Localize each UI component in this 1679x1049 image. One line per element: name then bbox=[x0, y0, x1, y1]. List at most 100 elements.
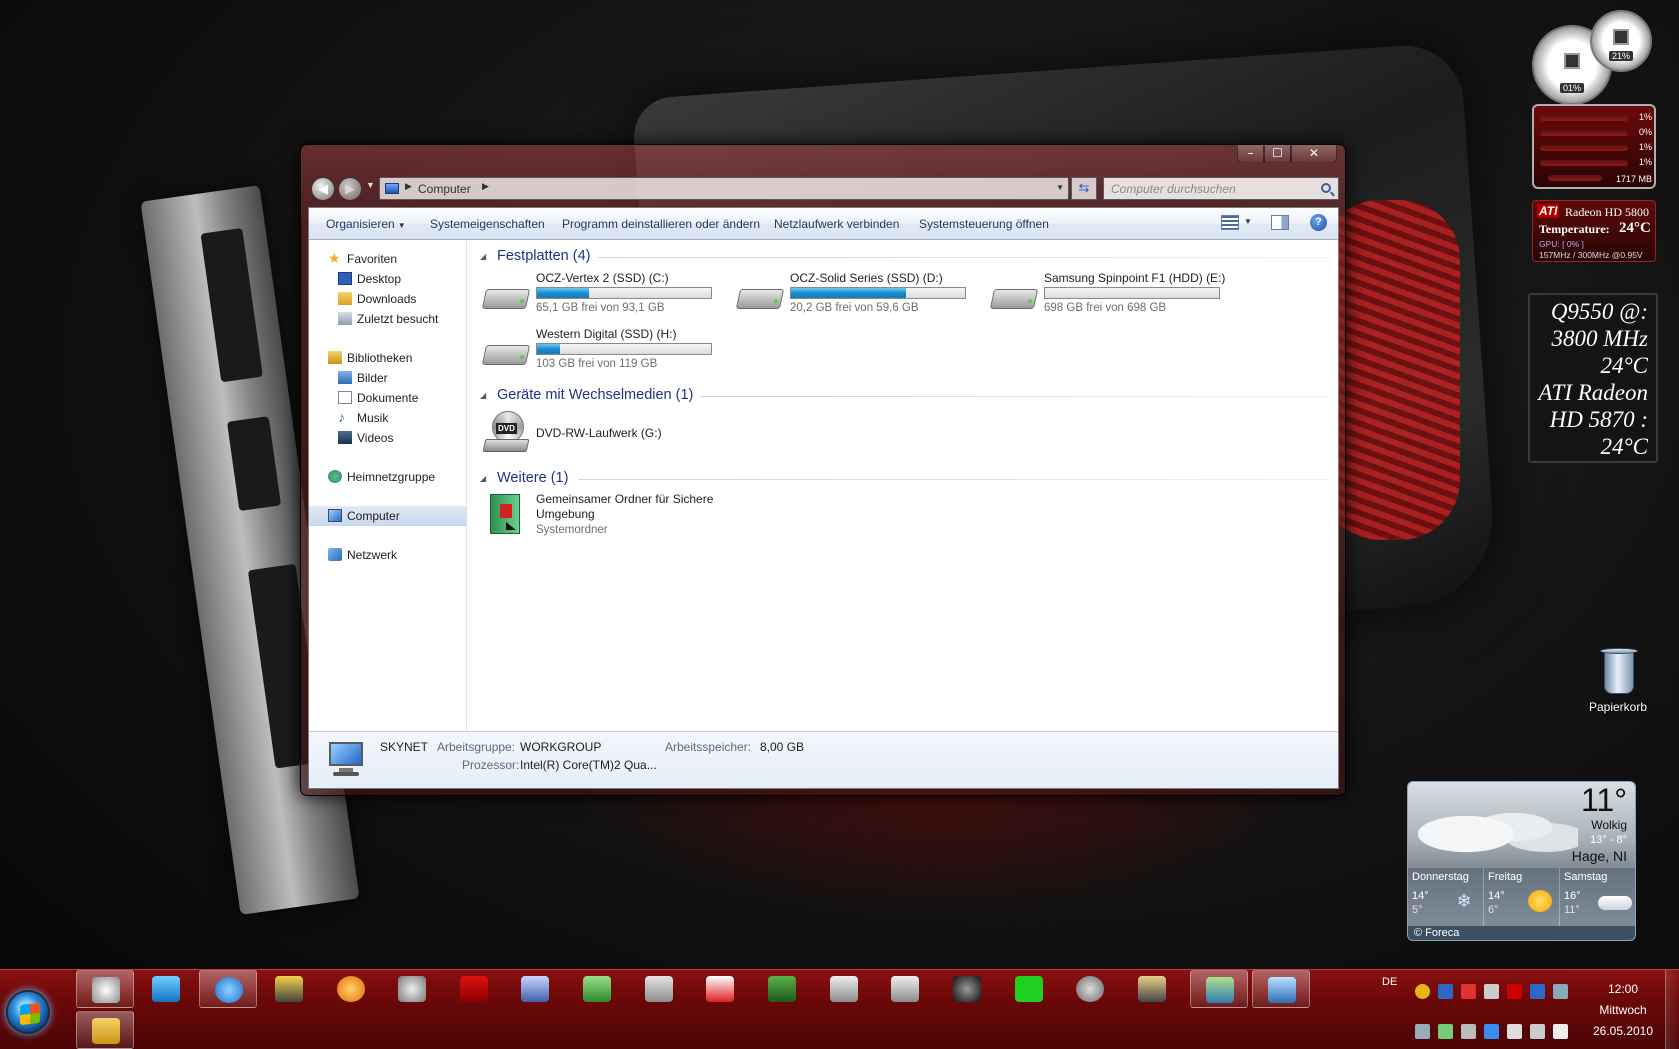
recycle-bin[interactable]: Papierkorb bbox=[1589, 648, 1647, 718]
group-header-hard-drives[interactable]: ◢ Festplatten (4) bbox=[478, 247, 1336, 267]
steam-icon[interactable] bbox=[1484, 984, 1499, 999]
tray-app-icon[interactable] bbox=[1461, 984, 1476, 999]
nav-item-libraries[interactable]: Bibliotheken bbox=[309, 348, 466, 368]
computer-name: SKYNET bbox=[380, 740, 429, 754]
breadcrumb-arrow-icon[interactable]: ▶ bbox=[482, 181, 489, 192]
tray-app-icon[interactable] bbox=[1530, 984, 1545, 999]
action-center-flag-icon[interactable] bbox=[1507, 1024, 1522, 1039]
taskbar-button[interactable] bbox=[76, 970, 134, 1008]
nav-item-videos[interactable]: Videos bbox=[309, 428, 466, 448]
collapse-triangle-icon[interactable]: ◢ bbox=[480, 391, 486, 400]
clock-time[interactable]: 12:00 bbox=[1580, 982, 1666, 996]
taskbar-button[interactable] bbox=[1061, 970, 1119, 1008]
clock-date[interactable]: 26.05.2010 bbox=[1580, 1024, 1666, 1038]
nav-item-recent[interactable]: Zuletzt besucht bbox=[309, 309, 466, 329]
taskbar-button[interactable] bbox=[506, 970, 564, 1008]
taskbar-button[interactable] bbox=[76, 1011, 134, 1049]
clock-day[interactable]: Mittwoch bbox=[1580, 1003, 1666, 1017]
ati-tray-icon[interactable] bbox=[1507, 984, 1522, 999]
taskbar-button[interactable] bbox=[322, 970, 380, 1008]
tray-app-icon[interactable] bbox=[1438, 984, 1453, 999]
search-input[interactable]: Computer durchsuchen bbox=[1103, 177, 1339, 200]
volume-icon[interactable] bbox=[1553, 1024, 1568, 1039]
shared-folder-item[interactable]: Gemeinsamer Ordner für Sichere Umgebung … bbox=[478, 492, 714, 548]
show-desktop-button[interactable] bbox=[1665, 970, 1679, 1049]
tray-app-icon[interactable] bbox=[1461, 1024, 1476, 1039]
nav-item-network[interactable]: Netzwerk bbox=[309, 545, 466, 565]
maximize-button[interactable]: ☐ bbox=[1264, 145, 1291, 163]
address-bar[interactable]: ▶ Computer ▶ ▼ bbox=[379, 177, 1069, 200]
uninstall-program-button[interactable]: Programm deinstallieren oder ändern bbox=[562, 217, 760, 231]
nav-item-desktop[interactable]: Desktop bbox=[309, 269, 466, 289]
collapse-triangle-icon[interactable]: ◢ bbox=[480, 252, 486, 261]
weather-gadget[interactable]: 11° Wolkig 13° - 8° Hage, NI Donnerstag … bbox=[1407, 781, 1636, 941]
start-button[interactable] bbox=[6, 990, 50, 1034]
forward-button[interactable]: ▶ bbox=[338, 177, 362, 201]
bluetooth-icon[interactable] bbox=[1484, 1024, 1499, 1039]
memory-gauge-gadget[interactable]: 21% bbox=[1590, 10, 1652, 72]
info-icon[interactable] bbox=[1415, 984, 1430, 999]
cpu-meter-gadget[interactable]: 1% 0% 1% 1% 1717 MB bbox=[1532, 104, 1656, 189]
system-properties-button[interactable]: Systemeigenschaften bbox=[430, 217, 545, 231]
breadcrumb-computer[interactable]: Computer bbox=[418, 182, 471, 196]
workgroup-label: Arbeitsgruppe: bbox=[437, 740, 516, 754]
nav-item-homegroup[interactable]: Heimnetzgruppe bbox=[309, 467, 466, 487]
organize-button[interactable]: Organisieren ▼ bbox=[326, 217, 406, 231]
drive-item[interactable]: OCZ-Solid Series (SSD) (D:) 20,2 GB frei… bbox=[732, 271, 968, 323]
taskbar-button[interactable] bbox=[691, 970, 749, 1008]
taskbar-button[interactable] bbox=[445, 970, 503, 1008]
taskbar-button[interactable] bbox=[1000, 970, 1058, 1008]
preview-pane-icon[interactable] bbox=[1271, 215, 1289, 230]
collapse-triangle-icon[interactable]: ◢ bbox=[480, 474, 486, 483]
taskbar-button[interactable] bbox=[260, 970, 318, 1008]
taskbar-button[interactable] bbox=[568, 970, 626, 1008]
recent-pages-dropdown[interactable]: ▼ bbox=[366, 180, 375, 190]
nav-item-music[interactable]: ♪ Musik bbox=[309, 408, 466, 428]
help-icon[interactable]: ? bbox=[1310, 214, 1327, 231]
change-view-icon[interactable] bbox=[1221, 215, 1239, 230]
address-dropdown-icon[interactable]: ▼ bbox=[1056, 183, 1064, 192]
tray-app-icon[interactable] bbox=[1553, 984, 1568, 999]
weather-credit[interactable]: © Foreca bbox=[1408, 926, 1635, 940]
taskbar-button[interactable] bbox=[1123, 970, 1181, 1008]
breadcrumb-arrow-icon[interactable]: ▶ bbox=[405, 181, 412, 192]
group-header-other[interactable]: ◢ Weitere (1) bbox=[478, 469, 1336, 489]
taskbar-button[interactable] bbox=[383, 970, 441, 1008]
taskbar-button[interactable] bbox=[137, 970, 195, 1008]
taskbar-button[interactable] bbox=[1190, 970, 1248, 1008]
ati-gpu-gadget[interactable]: ATI Radeon HD 5800 Temperature: 24°C GPU… bbox=[1532, 200, 1656, 262]
temp-line: HD 5870 : bbox=[1549, 407, 1648, 432]
nav-item-favorites[interactable]: ★ Favoriten bbox=[309, 249, 466, 269]
taskbar-button[interactable] bbox=[1252, 970, 1310, 1008]
language-indicator[interactable]: DE bbox=[1382, 976, 1397, 988]
close-button[interactable]: ✕ bbox=[1291, 145, 1337, 163]
refresh-button[interactable]: ⇆ bbox=[1071, 177, 1097, 200]
tray-app-icon[interactable] bbox=[1415, 1024, 1430, 1039]
taskbar-button[interactable] bbox=[876, 970, 934, 1008]
drive-item[interactable]: Samsung Spinpoint F1 (HDD) (E:) 698 GB f… bbox=[986, 271, 1225, 323]
drive-item[interactable]: Western Digital (SSD) (H:) 103 GB frei v… bbox=[478, 327, 714, 379]
group-header-removable[interactable]: ◢ Geräte mit Wechselmedien (1) bbox=[478, 386, 1336, 406]
taskbar-button[interactable] bbox=[630, 970, 688, 1008]
dvd-drive-item[interactable]: DVD DVD-RW-Laufwerk (G:) bbox=[478, 409, 714, 461]
back-button[interactable]: ◀ bbox=[311, 177, 335, 201]
taskbar-button[interactable] bbox=[938, 970, 996, 1008]
taskbar-button[interactable] bbox=[753, 970, 811, 1008]
taskbar-button[interactable] bbox=[199, 970, 257, 1008]
temperature-gadget[interactable]: Q9550 @: 3800 MHz 24°C ATI Radeon HD 587… bbox=[1528, 293, 1658, 463]
open-control-panel-button[interactable]: Systemsteuerung öffnen bbox=[919, 217, 1049, 231]
search-icon[interactable] bbox=[1321, 183, 1331, 193]
drive-item[interactable]: OCZ-Vertex 2 (SSD) (C:) 65,1 GB frei von… bbox=[478, 271, 714, 323]
nav-item-documents[interactable]: Dokumente bbox=[309, 388, 466, 408]
snow-icon: ❄ bbox=[1456, 891, 1472, 911]
nav-item-computer[interactable]: Computer bbox=[309, 506, 466, 526]
explorer-window[interactable]: – ☐ ✕ ◀ ▶ ▼ ▶ Computer ▶ ▼ ⇆ Computer du… bbox=[300, 144, 1346, 796]
nav-item-pictures[interactable]: Bilder bbox=[309, 368, 466, 388]
nav-item-downloads[interactable]: Downloads bbox=[309, 289, 466, 309]
network-tray-icon[interactable] bbox=[1530, 1024, 1545, 1039]
minimize-button[interactable]: – bbox=[1237, 145, 1264, 163]
map-network-drive-button[interactable]: Netzlaufwerk verbinden bbox=[774, 217, 899, 231]
view-options-dropdown-icon[interactable]: ▼ bbox=[1244, 217, 1252, 226]
tray-app-icon[interactable] bbox=[1438, 1024, 1453, 1039]
taskbar-button[interactable] bbox=[815, 970, 873, 1008]
